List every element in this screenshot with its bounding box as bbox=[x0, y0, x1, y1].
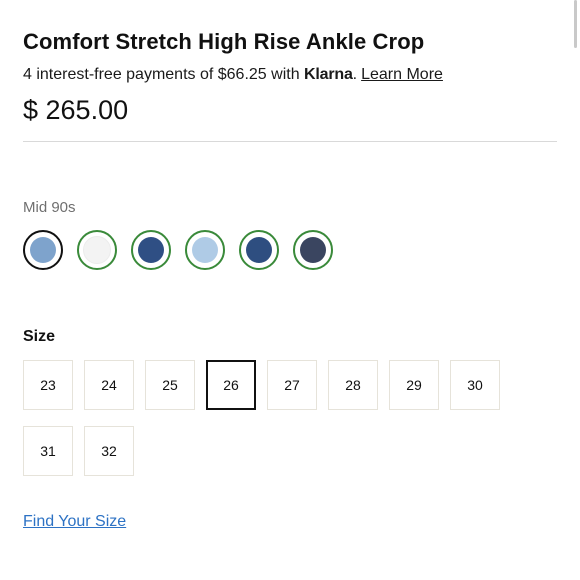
klarna-payment-line: 4 interest-free payments of $66.25 with … bbox=[23, 66, 443, 84]
size-option[interactable]: 30 bbox=[450, 360, 500, 410]
color-swatch[interactable] bbox=[23, 230, 63, 270]
size-option[interactable]: 29 bbox=[389, 360, 439, 410]
learn-more-link[interactable]: Learn More bbox=[361, 66, 443, 83]
color-swatch-fill bbox=[30, 237, 56, 263]
size-option[interactable]: 28 bbox=[328, 360, 378, 410]
divider bbox=[23, 141, 557, 142]
product-options-panel: Comfort Stretch High Rise Ankle Crop 4 i… bbox=[0, 0, 580, 580]
size-option[interactable]: 27 bbox=[267, 360, 317, 410]
klarna-logo: Klarna bbox=[304, 66, 353, 83]
selected-color-name: Mid 90s bbox=[23, 199, 76, 216]
size-option[interactable]: 24 bbox=[84, 360, 134, 410]
size-label: Size bbox=[23, 328, 56, 345]
color-swatch-fill bbox=[300, 237, 326, 263]
color-swatch-list bbox=[23, 230, 333, 270]
size-option[interactable]: 25 bbox=[145, 360, 195, 410]
color-swatch[interactable] bbox=[131, 230, 171, 270]
klarna-payment-text: 4 interest-free payments of $66.25 with bbox=[23, 66, 305, 83]
size-option[interactable]: 23 bbox=[23, 360, 73, 410]
color-swatch-fill bbox=[138, 237, 164, 263]
color-swatch-fill bbox=[246, 237, 272, 263]
find-your-size-link[interactable]: Find Your Size bbox=[23, 513, 126, 531]
color-swatch-fill bbox=[192, 237, 218, 263]
color-swatch-fill bbox=[83, 236, 111, 264]
klarna-period: . bbox=[352, 66, 358, 83]
color-swatch[interactable] bbox=[77, 230, 117, 270]
scrollbar[interactable] bbox=[574, 0, 577, 48]
size-options-grid: 23 24 25 26 27 28 29 30 31 32 bbox=[23, 360, 543, 476]
color-swatch[interactable] bbox=[239, 230, 279, 270]
size-option[interactable]: 26 bbox=[206, 360, 256, 410]
size-option[interactable]: 32 bbox=[84, 426, 134, 476]
color-swatch[interactable] bbox=[185, 230, 225, 270]
color-swatch[interactable] bbox=[293, 230, 333, 270]
product-title: Comfort Stretch High Rise Ankle Crop bbox=[23, 29, 425, 54]
product-price: $ 265.00 bbox=[23, 95, 129, 125]
size-option[interactable]: 31 bbox=[23, 426, 73, 476]
